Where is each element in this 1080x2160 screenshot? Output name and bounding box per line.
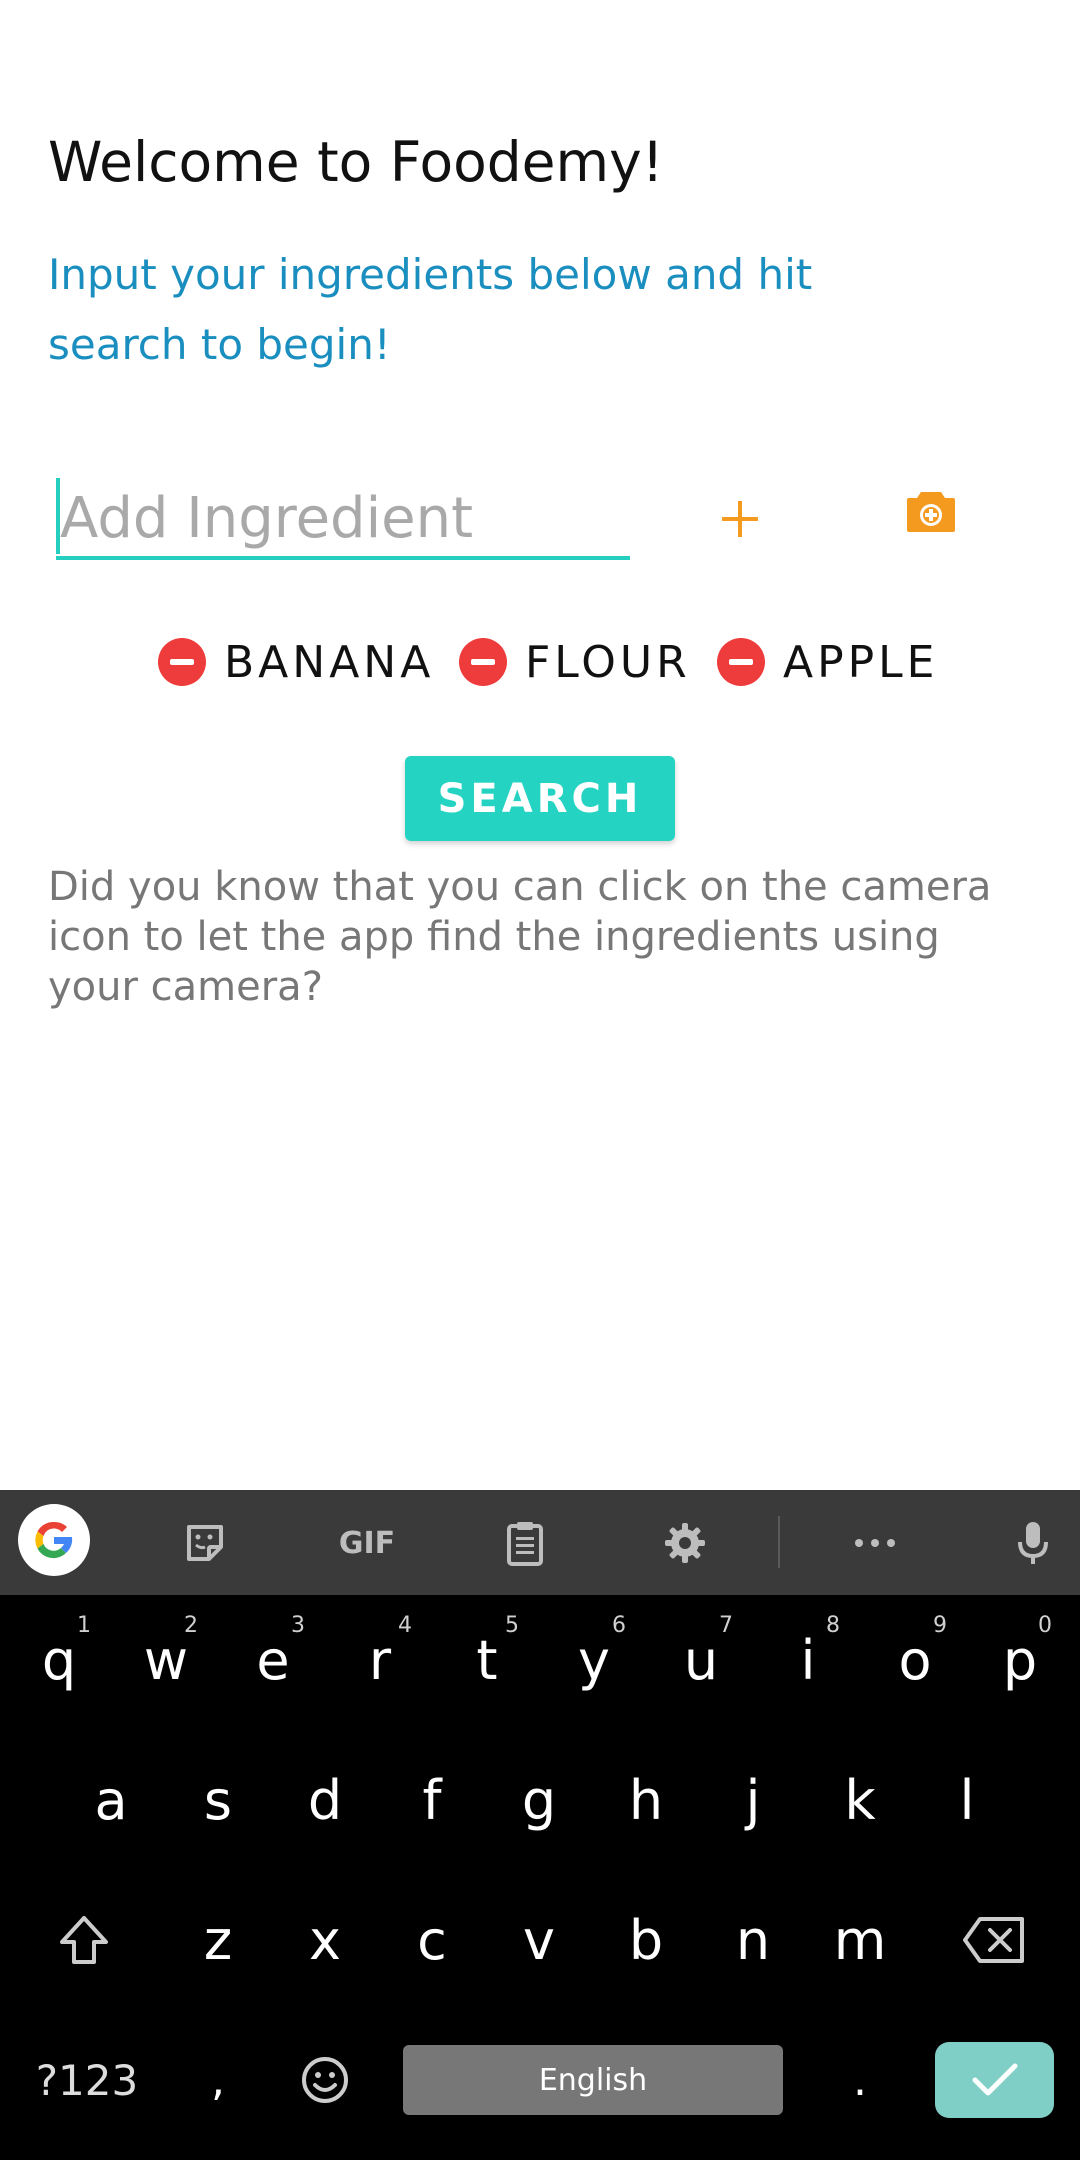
toolbar-divider — [778, 1516, 780, 1568]
enter-key[interactable] — [935, 2042, 1054, 2118]
key-x[interactable]: x — [273, 1875, 377, 2005]
comma-key[interactable]: , — [166, 2015, 270, 2145]
settings-icon[interactable] — [650, 1508, 720, 1578]
period-key[interactable]: . — [808, 2015, 912, 2145]
key-label: q — [41, 1628, 77, 1692]
key-v[interactable]: v — [487, 1875, 591, 2005]
key-label: w — [143, 1628, 189, 1692]
key-i[interactable]: i8 — [756, 1595, 860, 1725]
plus-icon — [722, 501, 758, 537]
backspace-key[interactable] — [942, 1875, 1046, 2005]
key-w[interactable]: w2 — [114, 1595, 218, 1725]
key-label: i — [800, 1628, 816, 1692]
camera-button[interactable] — [905, 488, 965, 548]
clipboard-icon[interactable] — [490, 1508, 560, 1578]
page-title: Welcome to Foodemy! — [48, 130, 664, 194]
ingredient-chip: FLOUR — [459, 636, 691, 688]
key-hint: 5 — [505, 1613, 519, 1638]
key-m[interactable]: m — [808, 1875, 912, 2005]
emoji-key[interactable] — [273, 2015, 377, 2145]
key-q[interactable]: q1 — [7, 1595, 111, 1725]
add-ingredient-button[interactable] — [710, 484, 770, 554]
key-hint: 7 — [719, 1613, 733, 1638]
ingredient-label: FLOUR — [525, 636, 691, 688]
key-o[interactable]: o9 — [863, 1595, 967, 1725]
key-label: e — [256, 1628, 290, 1692]
add-ingredient-input[interactable] — [56, 480, 630, 560]
key-e[interactable]: e3 — [221, 1595, 325, 1725]
key-label: p — [1002, 1628, 1038, 1692]
remove-ingredient-icon[interactable] — [717, 638, 765, 686]
shift-icon — [60, 1916, 108, 1964]
key-label: r — [368, 1628, 392, 1692]
soft-keyboard: GIF q 1 w 2 e 3 r 4 t 5 y 6 u 7 i 8 o 9 … — [0, 1490, 1080, 2160]
ingredient-label: APPLE — [783, 636, 939, 688]
key-hint: 3 — [291, 1613, 305, 1638]
key-label: o — [898, 1628, 932, 1692]
key-label: t — [476, 1628, 498, 1692]
key-j[interactable]: j — [701, 1735, 805, 1865]
camera-icon — [907, 492, 955, 532]
check-icon — [972, 2063, 1017, 2096]
backspace-icon — [963, 1917, 1024, 1963]
key-hint: 1 — [77, 1613, 91, 1638]
key-s[interactable]: s — [166, 1735, 270, 1865]
space-key[interactable]: English — [403, 2045, 783, 2115]
page-subtitle: Input your ingredients below and hit sea… — [48, 250, 813, 369]
key-label: u — [683, 1628, 719, 1692]
ingredient-label: BANANA — [224, 636, 435, 688]
ingredient-chip: APPLE — [717, 636, 938, 688]
key-hint: 4 — [398, 1613, 412, 1638]
key-hint: 6 — [612, 1613, 626, 1638]
key-c[interactable]: c — [380, 1875, 484, 2005]
remove-ingredient-icon[interactable] — [158, 638, 206, 686]
shift-key[interactable] — [32, 1875, 136, 2005]
key-t[interactable]: t5 — [435, 1595, 539, 1725]
key-z[interactable]: z — [166, 1875, 270, 2005]
key-hint: 8 — [826, 1613, 840, 1638]
search-button[interactable]: SEARCH — [405, 756, 675, 841]
key-hint: 9 — [933, 1613, 947, 1638]
keyboard-toolbar: GIF — [0, 1490, 1080, 1595]
gif-icon[interactable]: GIF — [327, 1508, 407, 1578]
sticker-glyph — [187, 1525, 223, 1561]
key-r[interactable]: r4 — [328, 1595, 432, 1725]
symbols-key[interactable]: ?123 — [22, 2045, 152, 2115]
mic-glyph — [1018, 1522, 1048, 1564]
key-f[interactable]: f — [380, 1735, 484, 1865]
key-h[interactable]: h — [594, 1735, 698, 1865]
mic-icon[interactable] — [998, 1508, 1068, 1578]
key-hint: 0 — [1038, 1613, 1052, 1638]
text-cursor — [56, 478, 60, 554]
key-label: y — [578, 1628, 610, 1692]
key-k[interactable]: k — [808, 1735, 912, 1865]
gear-glyph — [665, 1523, 705, 1563]
tip-text: Did you know that you can click on the c… — [48, 864, 992, 1010]
sticker-icon[interactable] — [170, 1508, 240, 1578]
google-icon[interactable] — [18, 1504, 90, 1576]
key-hint: 2 — [184, 1613, 198, 1638]
key-g[interactable]: g — [487, 1735, 591, 1865]
ingredient-chip: BANANA — [158, 636, 434, 688]
key-y[interactable]: y6 — [542, 1595, 646, 1725]
clipboard-glyph — [507, 1522, 543, 1566]
key-a[interactable]: a — [59, 1735, 163, 1865]
remove-ingredient-icon[interactable] — [459, 638, 507, 686]
key-p[interactable]: p0 — [968, 1595, 1072, 1725]
more-icon[interactable] — [840, 1508, 910, 1578]
emoji-icon — [302, 2057, 348, 2103]
key-u[interactable]: u7 — [649, 1595, 753, 1725]
dots-glyph — [855, 1539, 895, 1547]
key-b[interactable]: b — [594, 1875, 698, 2005]
key-d[interactable]: d — [273, 1735, 377, 1865]
key-n[interactable]: n — [701, 1875, 805, 2005]
google-logo — [35, 1521, 73, 1559]
key-l[interactable]: l — [915, 1735, 1019, 1865]
